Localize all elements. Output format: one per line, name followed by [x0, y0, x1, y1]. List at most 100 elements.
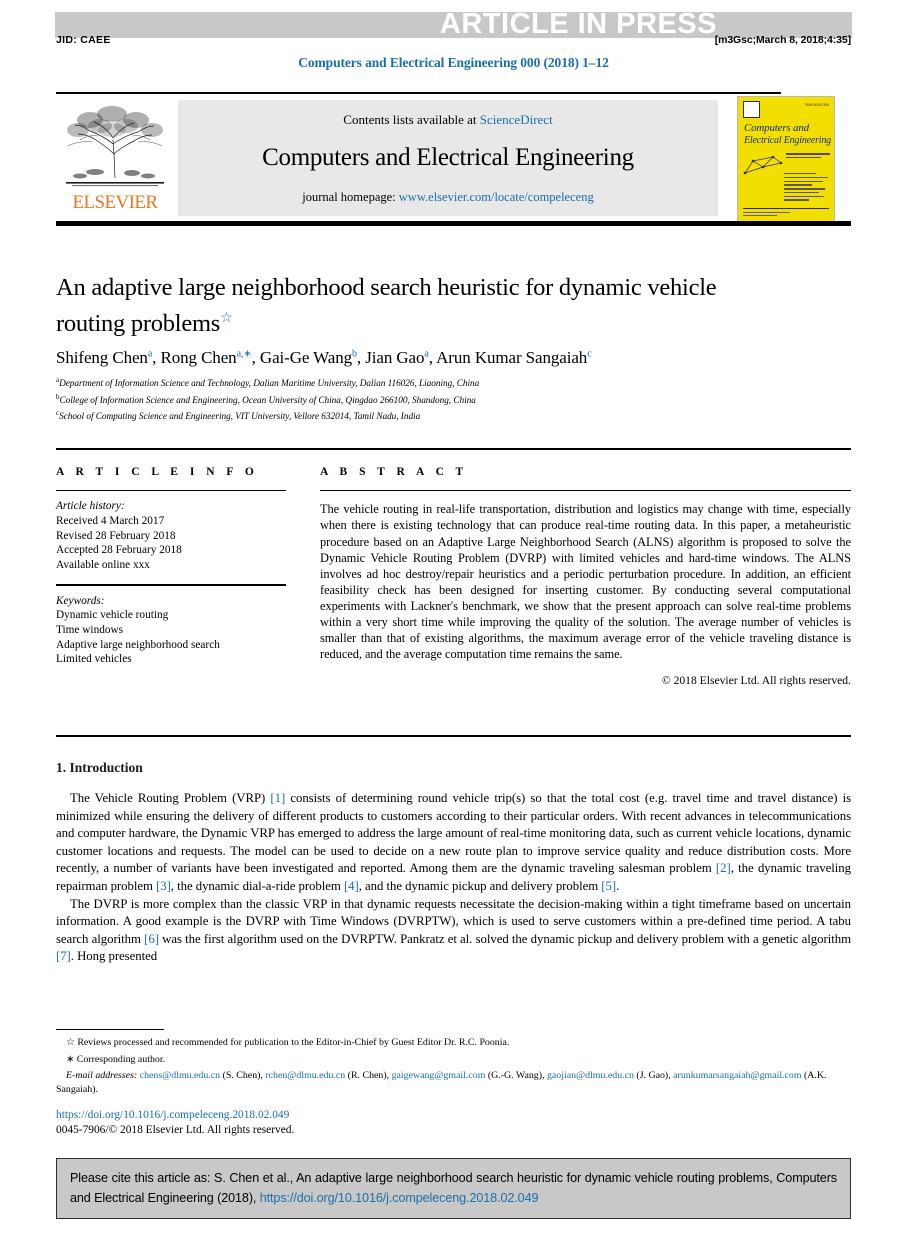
- email-person: (J. Gao): [636, 1070, 669, 1082]
- cover-title-line2: Electrical Engineering: [744, 135, 831, 146]
- citation-ref[interactable]: [2]: [716, 861, 731, 875]
- article-history-block: Article history: Received 4 March 2017 R…: [56, 499, 298, 572]
- author-name: Gai-Ge Wang: [259, 348, 353, 367]
- paragraph-text: . Hong presented: [70, 949, 158, 964]
- article-info-section: A R T I C L E I N F O Article history: R…: [56, 466, 298, 667]
- author-affiliation-marker[interactable]: a: [424, 348, 428, 359]
- keywords-rule: [56, 584, 286, 586]
- cite-article-box: Please cite this article as: S. Chen et …: [56, 1158, 851, 1219]
- paragraph-text: The Vehicle Routing Problem (VRP): [70, 791, 271, 805]
- email-link[interactable]: arunkumarsangaiah@gmail.com: [673, 1070, 801, 1081]
- contents-prefix: Contents lists available at: [343, 112, 480, 127]
- journal-cover-thumbnail: ISSN 0045-7906 Computers and Electrical …: [737, 96, 835, 222]
- keyword-item: Time windows: [56, 623, 124, 636]
- footnote-emails: E-mail addresses: chens@dlmu.edu.cn (S. …: [56, 1070, 827, 1095]
- abstract-rule: [320, 490, 851, 492]
- paragraph-text: was the first algorithm used on the DVRP…: [158, 931, 851, 946]
- history-item: Received 4 March 2017: [56, 514, 165, 527]
- article-page: ARTICLE IN PRESS JID: CAEE [m3Gsc;March …: [0, 0, 907, 1238]
- sciencedirect-link[interactable]: ScienceDirect: [480, 112, 553, 127]
- citation-ref[interactable]: [6]: [144, 932, 159, 946]
- masthead-center-panel: Contents lists available at ScienceDirec…: [178, 100, 718, 216]
- abstract-heading: A B S T R A C T: [320, 466, 468, 478]
- history-item: Accepted 28 February 2018: [56, 544, 182, 557]
- body-text: The Vehicle Routing Problem (VRP) [1] co…: [56, 790, 851, 966]
- author-item[interactable]: Jian Gaoa: [365, 348, 429, 367]
- footnote-rule: [56, 1029, 164, 1030]
- elsevier-wordmark: ELSEVIER: [72, 192, 159, 213]
- author-item[interactable]: Shifeng Chena: [56, 348, 152, 367]
- author-item[interactable]: Gai-Ge Wangb: [260, 348, 357, 367]
- cite-doi-link[interactable]: https://doi.org/10.1016/j.compeleceng.20…: [260, 1191, 539, 1205]
- email-link[interactable]: gaigewang@gmail.com: [392, 1070, 486, 1081]
- affiliation-item: bCollege of Information Science and Engi…: [56, 391, 846, 408]
- journal-id-label: JID: CAEE: [56, 34, 111, 46]
- keyword-item: Dynamic vehicle routing: [56, 609, 169, 622]
- cover-text-block: [784, 173, 830, 203]
- doi-link[interactable]: https://doi.org/10.1016/j.compeleceng.20…: [56, 1108, 294, 1123]
- keyword-item: Limited vehicles: [56, 653, 132, 666]
- homepage-link[interactable]: www.elsevier.com/locate/compeleceng: [399, 190, 594, 204]
- cover-background: ISSN 0045-7906 Computers and Electrical …: [738, 97, 834, 221]
- email-person: (S. Chen): [222, 1070, 261, 1082]
- masthead-top-rule: [56, 92, 781, 94]
- article-info-rule: [56, 490, 286, 492]
- email-link[interactable]: chens@dlmu.edu.cn: [140, 1070, 220, 1081]
- affiliation-item: cSchool of Computing Science and Enginee…: [56, 407, 846, 424]
- citation-ref[interactable]: [4]: [344, 879, 359, 893]
- footnote-text: Corresponding author.: [76, 1053, 166, 1065]
- citation-ref[interactable]: [1]: [270, 791, 285, 805]
- footnotes-section: ☆ Reviews processed and recommended for …: [56, 1036, 851, 1099]
- title-footnote-marker[interactable]: ☆: [220, 311, 233, 326]
- keywords-block: Keywords: Dynamic vehicle routing Time w…: [56, 594, 298, 667]
- cover-footer-lines: [743, 212, 829, 218]
- elsevier-logo: ELSEVIER: [60, 100, 170, 216]
- author-affiliation-marker[interactable]: a: [148, 348, 152, 359]
- article-in-press-label: ARTICLE IN PRESS: [439, 8, 717, 40]
- keywords-label: Keywords:: [56, 594, 105, 607]
- issn-copyright-line: 0045-7906/© 2018 Elsevier Ltd. All right…: [56, 1124, 295, 1136]
- author-affiliation-marker[interactable]: c: [587, 348, 591, 359]
- section-heading-introduction: 1. Introduction: [56, 760, 143, 775]
- cover-top-bar: ISSN 0045-7906: [743, 101, 829, 118]
- page-title: An adaptive large neighborhood search he…: [56, 272, 756, 339]
- copyright-line: © 2018 Elsevier Ltd. All rights reserved…: [661, 674, 851, 688]
- author-name: Shifeng Chen: [56, 348, 148, 367]
- cover-title-line1: Computers and: [744, 122, 809, 134]
- email-link[interactable]: gaojian@dlmu.edu.cn: [547, 1070, 634, 1081]
- author-name: Jian Gao: [365, 348, 425, 367]
- article-history-label: Article history:: [56, 500, 125, 513]
- email-link[interactable]: rchen@dlmu.edu.cn: [265, 1070, 345, 1081]
- article-title-text: An adaptive large neighborhood search he…: [56, 274, 717, 338]
- journal-homepage-line: journal homepage: www.elsevier.com/locat…: [178, 190, 718, 205]
- author-affiliation-marker[interactable]: a,∗: [237, 348, 252, 359]
- author-item[interactable]: Rong Chena,∗: [160, 348, 251, 367]
- author-list: Shifeng Chena, Rong Chena,∗, Gai-Ge Wang…: [56, 348, 592, 367]
- elsevier-tree-icon: [66, 106, 164, 187]
- doi-block: https://doi.org/10.1016/j.compeleceng.20…: [56, 1108, 294, 1138]
- citation-ref[interactable]: [7]: [56, 949, 71, 963]
- cover-elsevier-mark-icon: [743, 101, 760, 118]
- author-affiliation-marker[interactable]: b: [352, 348, 357, 359]
- history-item: Available online xxx: [56, 558, 150, 571]
- keyword-item: Adaptive large neighborhood search: [56, 638, 220, 651]
- affiliation-text: Department of Information Science and Te…: [59, 379, 480, 390]
- paragraph-text: , and the dynamic pickup and delivery pr…: [358, 878, 602, 893]
- paragraph-text: .: [616, 878, 620, 893]
- running-head: Computers and Electrical Engineering 000…: [298, 55, 609, 70]
- author-name: Rong Chen: [160, 348, 237, 367]
- production-stamp-label: [m3Gsc;March 8, 2018;4:35]: [714, 34, 851, 46]
- citation-ref[interactable]: [3]: [156, 879, 171, 893]
- affiliation-text: College of Information Science and Engin…: [59, 395, 476, 406]
- journal-masthead: ELSEVIER Contents lists available at Sci…: [56, 92, 851, 226]
- footnote-marker: ∗: [66, 1053, 75, 1065]
- author-item[interactable]: Arun Kumar Sangaiahc: [436, 348, 592, 367]
- cover-bottom-rule: [743, 208, 829, 209]
- paragraph: The DVRP is more complex than the classi…: [56, 896, 851, 966]
- affiliation-item: aDepartment of Information Science and T…: [56, 374, 846, 391]
- paragraph-text: , the dynamic dial-a-ride problem: [170, 878, 344, 893]
- contents-line: Contents lists available at ScienceDirec…: [178, 112, 718, 128]
- homepage-label: journal homepage:: [302, 190, 399, 204]
- citation-ref[interactable]: [5]: [601, 879, 616, 893]
- author-name: Arun Kumar Sangaiah: [436, 348, 588, 367]
